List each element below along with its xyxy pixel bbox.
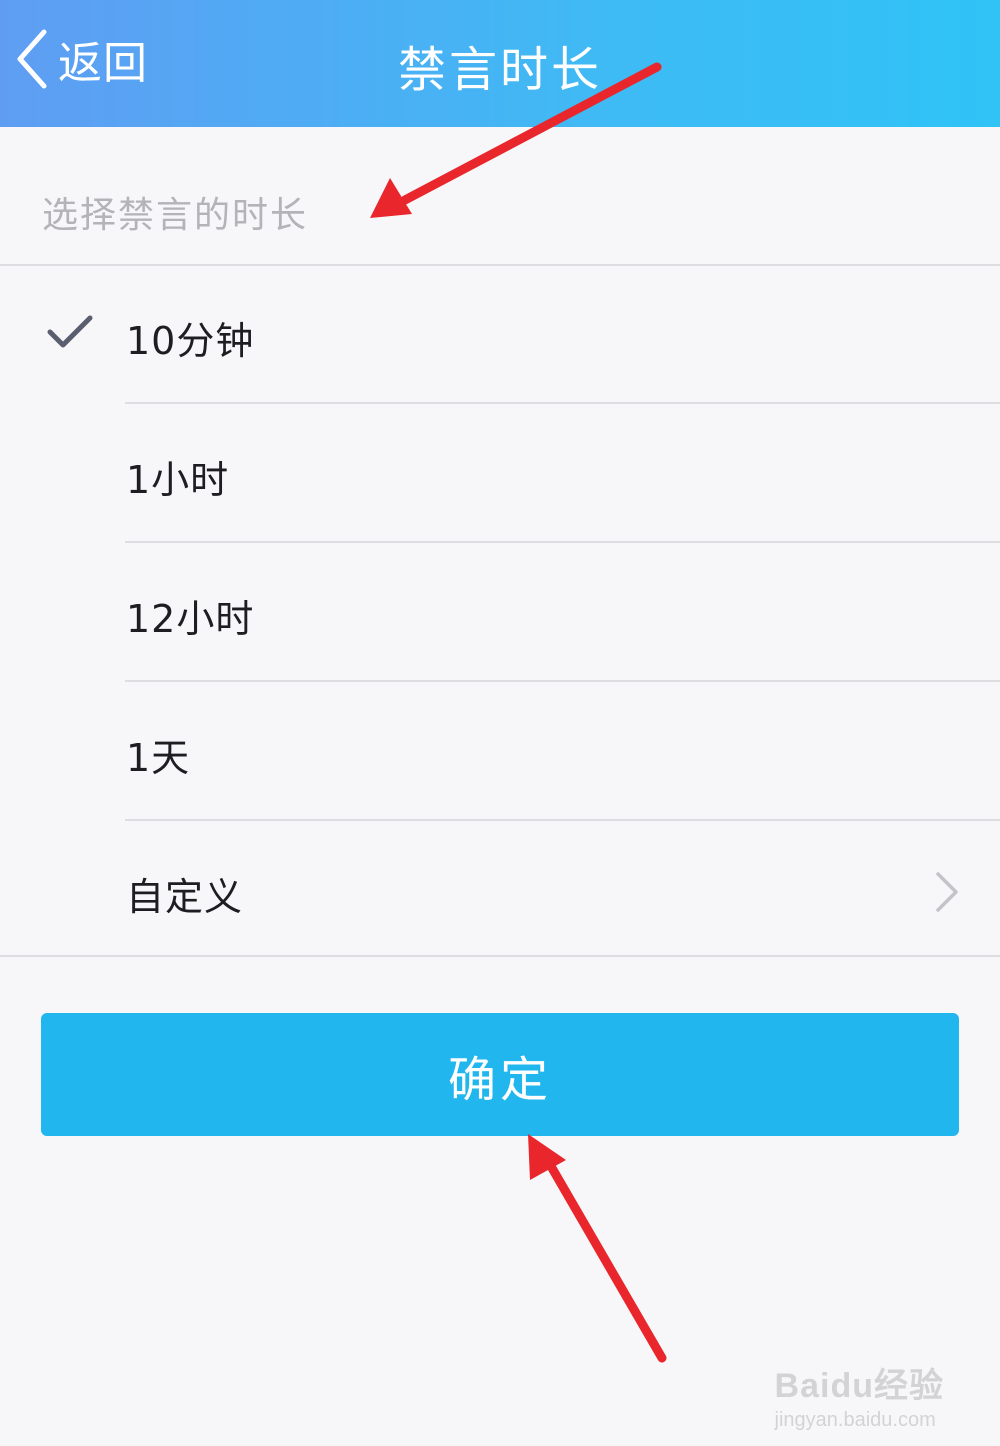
page-title: 禁言时长 (397, 42, 602, 98)
annotation-arrow-to-confirm (528, 1134, 667, 1363)
option-label: 自定义 (126, 875, 244, 919)
watermark: Baidu经验 jingyan.baidu.com (775, 1358, 944, 1432)
option-label: 12小时 (126, 597, 255, 641)
option-label: 1天 (126, 736, 191, 780)
confirm-label: 确定 (447, 1051, 552, 1108)
chevron-right-icon (936, 872, 958, 912)
checkmark-icon (47, 315, 93, 348)
option-divider (125, 541, 1000, 543)
list-bottom-divider (0, 955, 1000, 957)
watermark-url: jingyan.baidu.com (774, 1409, 936, 1431)
section-hint: 选择禁言的时长 (42, 195, 309, 236)
option-1-hour[interactable]: 1小时 (0, 405, 1000, 543)
confirm-button[interactable]: 确定 (41, 1013, 959, 1136)
option-label: 1小时 (126, 458, 230, 502)
option-custom[interactable]: 自定义 (0, 822, 1000, 960)
option-12-hours[interactable]: 12小时 (0, 544, 1000, 682)
nav-header: 返回 禁言时长 (0, 0, 1000, 127)
option-label: 10分钟 (126, 319, 255, 363)
watermark-brand: Baidu经验 (774, 1367, 944, 1405)
option-divider (125, 402, 1000, 404)
option-divider (125, 819, 1000, 821)
option-1-day[interactable]: 1天 (0, 683, 1000, 821)
option-divider (125, 680, 1000, 682)
option-10-minutes[interactable]: 10分钟 (0, 266, 1000, 404)
mute-duration-screen: 返回 禁言时长 选择禁言的时长 10分钟 1小时 12小时 1天 自定义 确定 (0, 0, 1000, 1446)
